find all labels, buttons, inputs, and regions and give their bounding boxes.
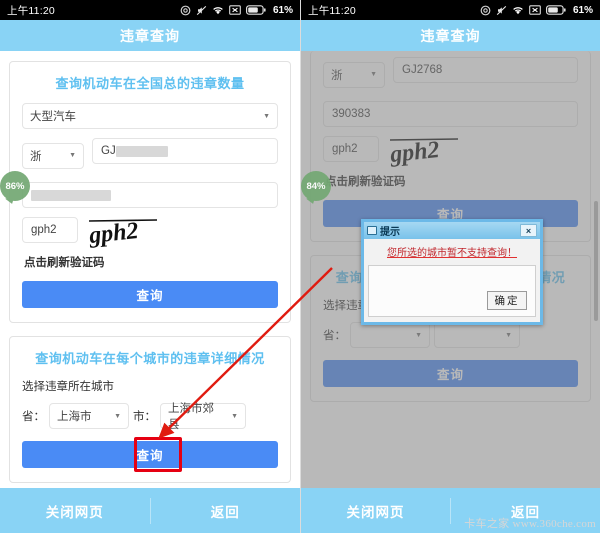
vin-redacted [31, 189, 111, 201]
right-page-body: 浙 ▼ GJ2768 390383 gph2 [301, 51, 600, 488]
national-query-button[interactable]: 查询 [22, 281, 278, 308]
progress-badge-right: 84% [301, 171, 331, 201]
city-select[interactable]: 上海市郊县 ▼ [160, 403, 246, 431]
alert-dialog: 提示 × 您所选的城市暂不支持查询！ 确定 [361, 219, 543, 325]
status-bar-icons: 61% [180, 5, 293, 16]
no-sim-icon [229, 5, 241, 15]
alert-dialog-ok-button[interactable]: 确定 [487, 291, 527, 310]
wifi-icon [212, 5, 224, 16]
plate-row: 浙 ▼ GJ [22, 138, 278, 173]
status-bar: 上午11:20 61% [301, 0, 600, 20]
left-page-body: 查询机动车在全国总的违章数量 大型汽车 ▼ 浙 ▼ GJ gph2 gph2 点… [0, 51, 300, 488]
captcha-value: gph2 [31, 224, 57, 236]
back-button[interactable]: 返回 [151, 501, 301, 521]
battery-percent: 61% [272, 4, 293, 16]
city-query-button[interactable]: 查询 [22, 441, 278, 468]
progress-badge-left: 86% [0, 171, 30, 201]
city-value: 上海市郊县 [168, 403, 214, 431]
captcha-input[interactable]: gph2 [22, 217, 78, 243]
battery-icon [545, 5, 566, 15]
left-scroll-area[interactable]: 查询机动车在全国总的违章数量 大型汽车 ▼ 浙 ▼ GJ gph2 gph2 点… [0, 51, 300, 488]
city-province-value: 上海市 [57, 411, 92, 423]
national-query-card: 查询机动车在全国总的违章数量 大型汽车 ▼ 浙 ▼ GJ gph2 gph2 点… [9, 61, 291, 323]
alert-dialog-message: 您所选的城市暂不支持查询！ [387, 248, 517, 259]
wifi-icon [512, 5, 524, 16]
status-bar-icons: 61% [480, 5, 593, 16]
screenshot-root: 上午11:20 61% 违章查询 查询机动车在全国总的违章数量 大型汽车 ▼ 浙… [0, 0, 600, 533]
chevron-down-icon: ▼ [69, 152, 76, 159]
ring-icon [480, 5, 491, 16]
progress-badge-left-value: 86% [0, 171, 30, 201]
left-screen: 上午11:20 61% 违章查询 查询机动车在全国总的违章数量 大型汽车 ▼ 浙… [0, 0, 300, 533]
vertical-scrollbar[interactable] [594, 201, 598, 321]
province-select[interactable]: 浙 ▼ [22, 142, 84, 169]
right-screen: 上午11:20 61% 违章查询 84% 提示 × 您所选的城市暂不支持查询！ … [300, 0, 600, 533]
province-label: 省： [22, 411, 45, 423]
city-query-button-wrap: 查询 [22, 437, 278, 472]
alert-dialog-body: 确定 [368, 265, 536, 317]
captcha-row: gph2 gph2 [22, 217, 278, 249]
svg-text:gph2: gph2 [87, 218, 140, 249]
status-bar-time: 上午11:20 [308, 4, 356, 17]
mute-icon [496, 5, 507, 16]
left-bottom-bar: 关闭网页 返回 [0, 488, 300, 533]
vehicle-type-select[interactable]: 大型汽车 ▼ [22, 103, 278, 129]
refresh-captcha-link[interactable]: 点击刷新验证码 [24, 254, 278, 270]
national-query-title: 查询机动车在全国总的违章数量 [55, 76, 245, 91]
chevron-down-icon: ▼ [231, 412, 238, 420]
vehicle-type-value: 大型汽车 [30, 111, 76, 123]
city-province-select[interactable]: 上海市 ▼ [49, 403, 129, 429]
close-page-button[interactable]: 关闭网页 [0, 501, 150, 521]
alert-dialog-title: 提示 [380, 227, 400, 238]
battery-icon [245, 5, 266, 15]
city-query-sublabel: 选择违章所在城市 [22, 381, 114, 393]
city-query-title: 查询机动车在每个城市的违章详细情况 [35, 351, 265, 366]
vin-input[interactable] [22, 182, 278, 208]
chevron-down-icon: ▼ [114, 412, 121, 420]
chevron-down-icon: ▼ [263, 112, 270, 120]
right-bottom-bar: 关闭网页 返回 [301, 488, 600, 533]
alert-dialog-header: 提示 × [364, 222, 540, 239]
plate-prefix: GJ [101, 145, 116, 157]
plate-redacted [115, 145, 168, 157]
mute-icon [196, 5, 207, 16]
captcha-image[interactable]: gph2 [87, 217, 159, 249]
ring-icon [180, 5, 191, 16]
page-title: 违章查询 [0, 20, 300, 51]
progress-badge-right-value: 84% [301, 171, 331, 201]
back-button[interactable]: 返回 [451, 501, 600, 521]
plate-number-input[interactable]: GJ [92, 138, 278, 164]
status-bar-time: 上午11:20 [7, 4, 55, 17]
no-sim-icon [529, 5, 541, 15]
city-select-row: 省： 上海市 ▼ 市： 上海市郊县 ▼ [22, 403, 278, 431]
info-icon [367, 226, 377, 235]
close-page-button[interactable]: 关闭网页 [301, 501, 450, 521]
province-value: 浙 [30, 150, 42, 163]
battery-percent: 61% [572, 4, 593, 16]
status-bar: 上午11:20 61% [0, 0, 300, 20]
close-icon[interactable]: × [520, 224, 537, 237]
city-label: 市： [133, 411, 156, 423]
page-title: 违章查询 [301, 20, 600, 51]
city-query-card: 查询机动车在每个城市的违章详细情况 选择违章所在城市 省： 上海市 ▼ 市： 上… [9, 336, 291, 483]
